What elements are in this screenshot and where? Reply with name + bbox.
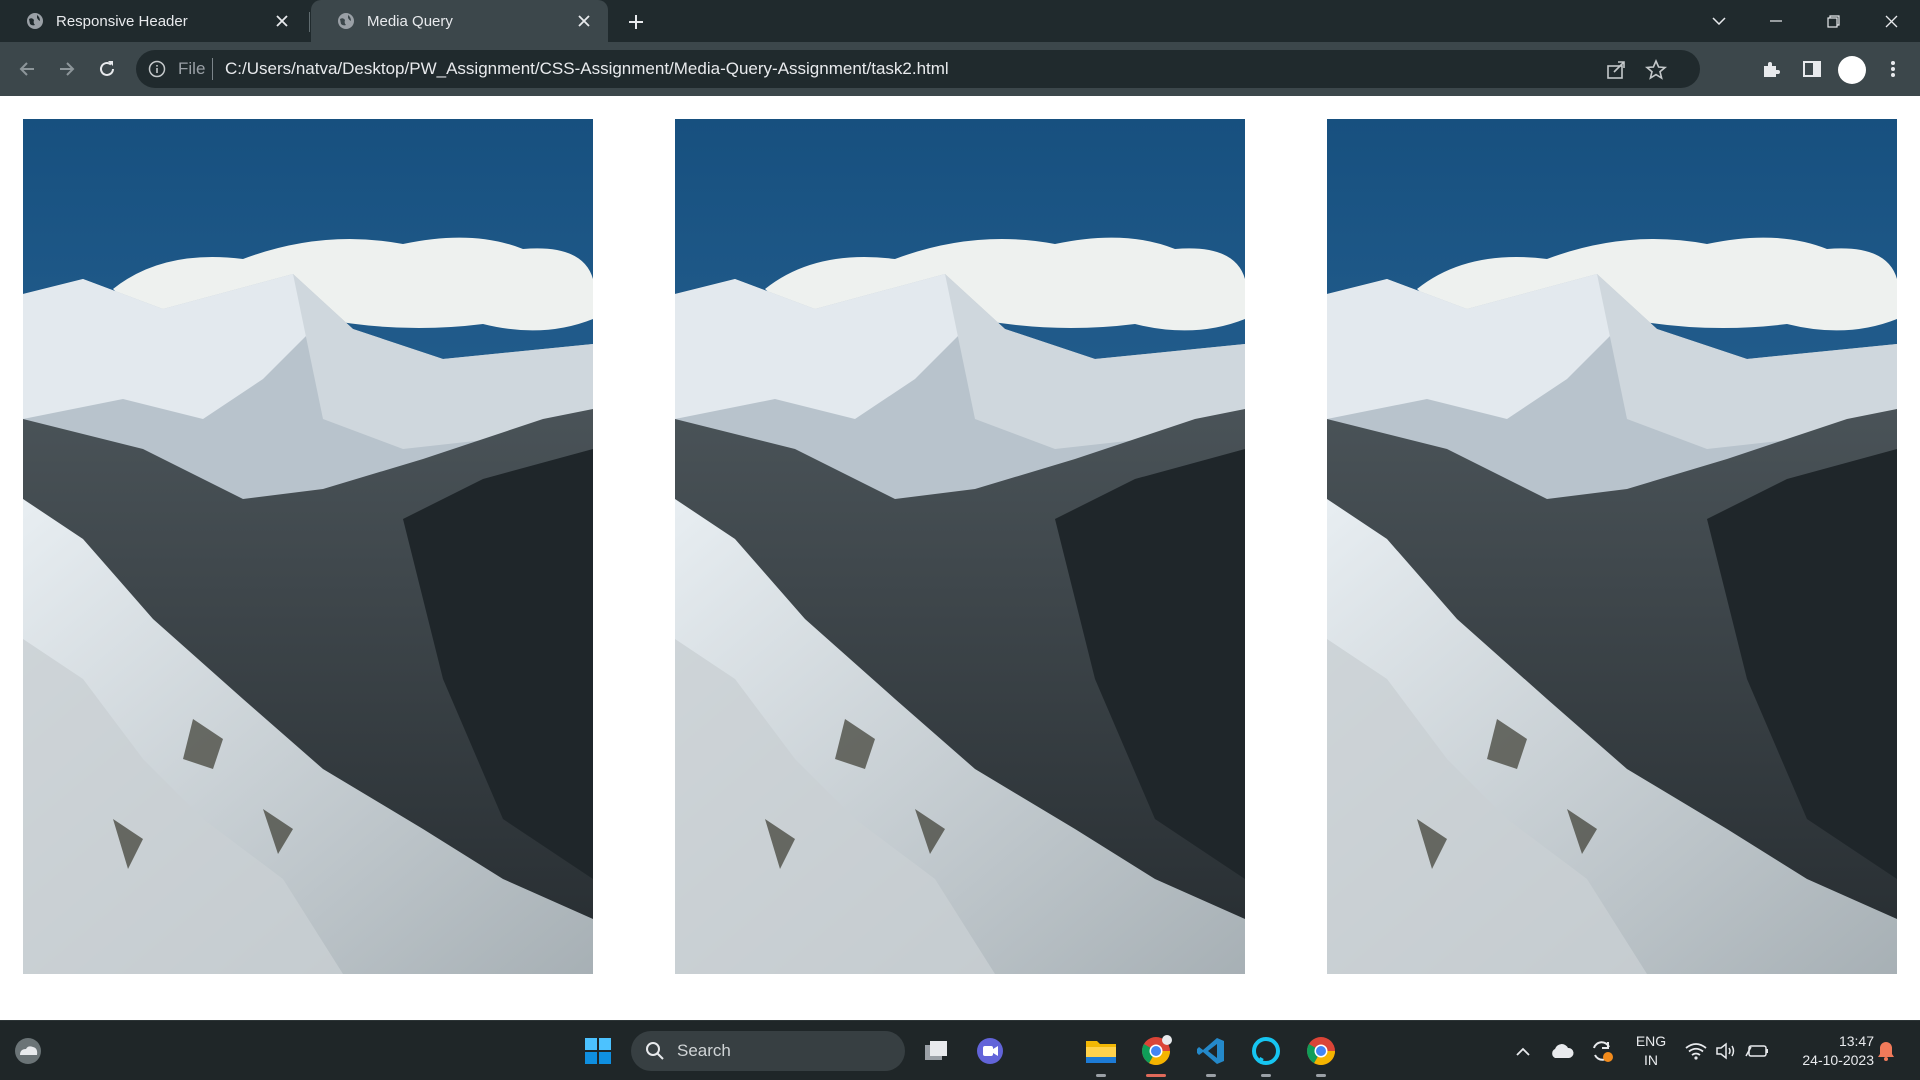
alexa-icon[interactable] <box>1246 1031 1286 1077</box>
back-button[interactable] <box>12 54 42 84</box>
more-menu-icon[interactable] <box>1878 54 1908 84</box>
language-line: ENG <box>1635 1033 1667 1049</box>
tab-title: Media Query <box>367 12 453 30</box>
region-line: IN <box>1644 1052 1658 1068</box>
address-divider <box>212 58 213 80</box>
taskbar-search-box[interactable]: Search <box>631 1031 905 1071</box>
globe-icon <box>27 13 43 29</box>
side-panel-icon[interactable] <box>1797 54 1827 84</box>
weather-widget-icon[interactable] <box>8 1031 48 1071</box>
running-indicator <box>1206 1074 1216 1077</box>
battery-icon[interactable] <box>1737 1031 1777 1071</box>
teams-chat-icon[interactable] <box>970 1031 1010 1071</box>
language-indicator[interactable]: ENG IN <box>1629 1032 1673 1070</box>
running-indicator <box>1261 1074 1271 1077</box>
tab-responsive-header[interactable]: Responsive Header <box>0 0 306 42</box>
clock[interactable]: 13:47 24-10-2023 <box>1780 1032 1874 1070</box>
url-text[interactable]: C:/Users/natva/Desktop/PW_Assignment/CSS… <box>225 59 949 79</box>
mountain-image <box>1327 119 1897 974</box>
share-icon[interactable] <box>1604 58 1628 82</box>
address-bar[interactable]: File C:/Users/natva/Desktop/PW_Assignmen… <box>136 50 1700 88</box>
globe-icon <box>338 13 354 29</box>
tab-search-chevron-icon[interactable] <box>1696 0 1742 42</box>
page-content <box>0 96 1920 1020</box>
chrome-icon[interactable] <box>1136 1031 1176 1077</box>
date-text: 24-10-2023 <box>1802 1052 1874 1068</box>
search-icon <box>646 1042 664 1060</box>
browser-toolbar: File C:/Users/natva/Desktop/PW_Assignmen… <box>0 42 1920 96</box>
windows-taskbar: Search ENG IN 13:47 24-10-2023 <box>0 1020 1920 1080</box>
close-window-button[interactable] <box>1868 0 1914 42</box>
mountain-image <box>23 119 593 974</box>
windows-start-icon[interactable] <box>578 1031 618 1071</box>
scheme-label: File <box>178 59 206 78</box>
vscode-icon[interactable] <box>1191 1031 1231 1077</box>
search-label: Search <box>677 1041 731 1060</box>
bookmark-star-icon[interactable] <box>1644 58 1668 82</box>
reload-button[interactable] <box>92 54 122 84</box>
minimize-button[interactable] <box>1753 0 1799 42</box>
show-hidden-icons-chevron[interactable] <box>1503 1031 1543 1071</box>
notification-bell-icon[interactable] <box>1866 1031 1906 1071</box>
restore-button[interactable] <box>1810 0 1856 42</box>
running-indicator <box>1096 1074 1106 1077</box>
file-explorer-icon[interactable] <box>1081 1031 1121 1077</box>
tab-media-query[interactable]: Media Query <box>311 0 608 42</box>
profile-avatar[interactable] <box>1838 56 1866 84</box>
task-view-icon[interactable] <box>916 1031 956 1071</box>
chrome-alt-icon[interactable] <box>1301 1031 1341 1077</box>
tab-separator <box>309 12 310 32</box>
extensions-puzzle-icon[interactable] <box>1756 54 1786 84</box>
time-text: 13:47 <box>1838 1033 1874 1049</box>
sync-icon[interactable] <box>1582 1031 1622 1071</box>
onedrive-cloud-icon[interactable] <box>1542 1031 1582 1071</box>
info-icon[interactable] <box>148 60 166 78</box>
tab-title: Responsive Header <box>56 12 188 30</box>
close-tab-icon[interactable] <box>574 11 594 31</box>
close-tab-icon[interactable] <box>272 11 292 31</box>
active-indicator <box>1146 1074 1166 1077</box>
tab-strip: Responsive Header Media Query <box>0 0 1920 42</box>
new-tab-button[interactable] <box>622 8 650 36</box>
running-indicator <box>1316 1074 1326 1077</box>
mountain-image <box>675 119 1245 974</box>
forward-button[interactable] <box>52 54 82 84</box>
